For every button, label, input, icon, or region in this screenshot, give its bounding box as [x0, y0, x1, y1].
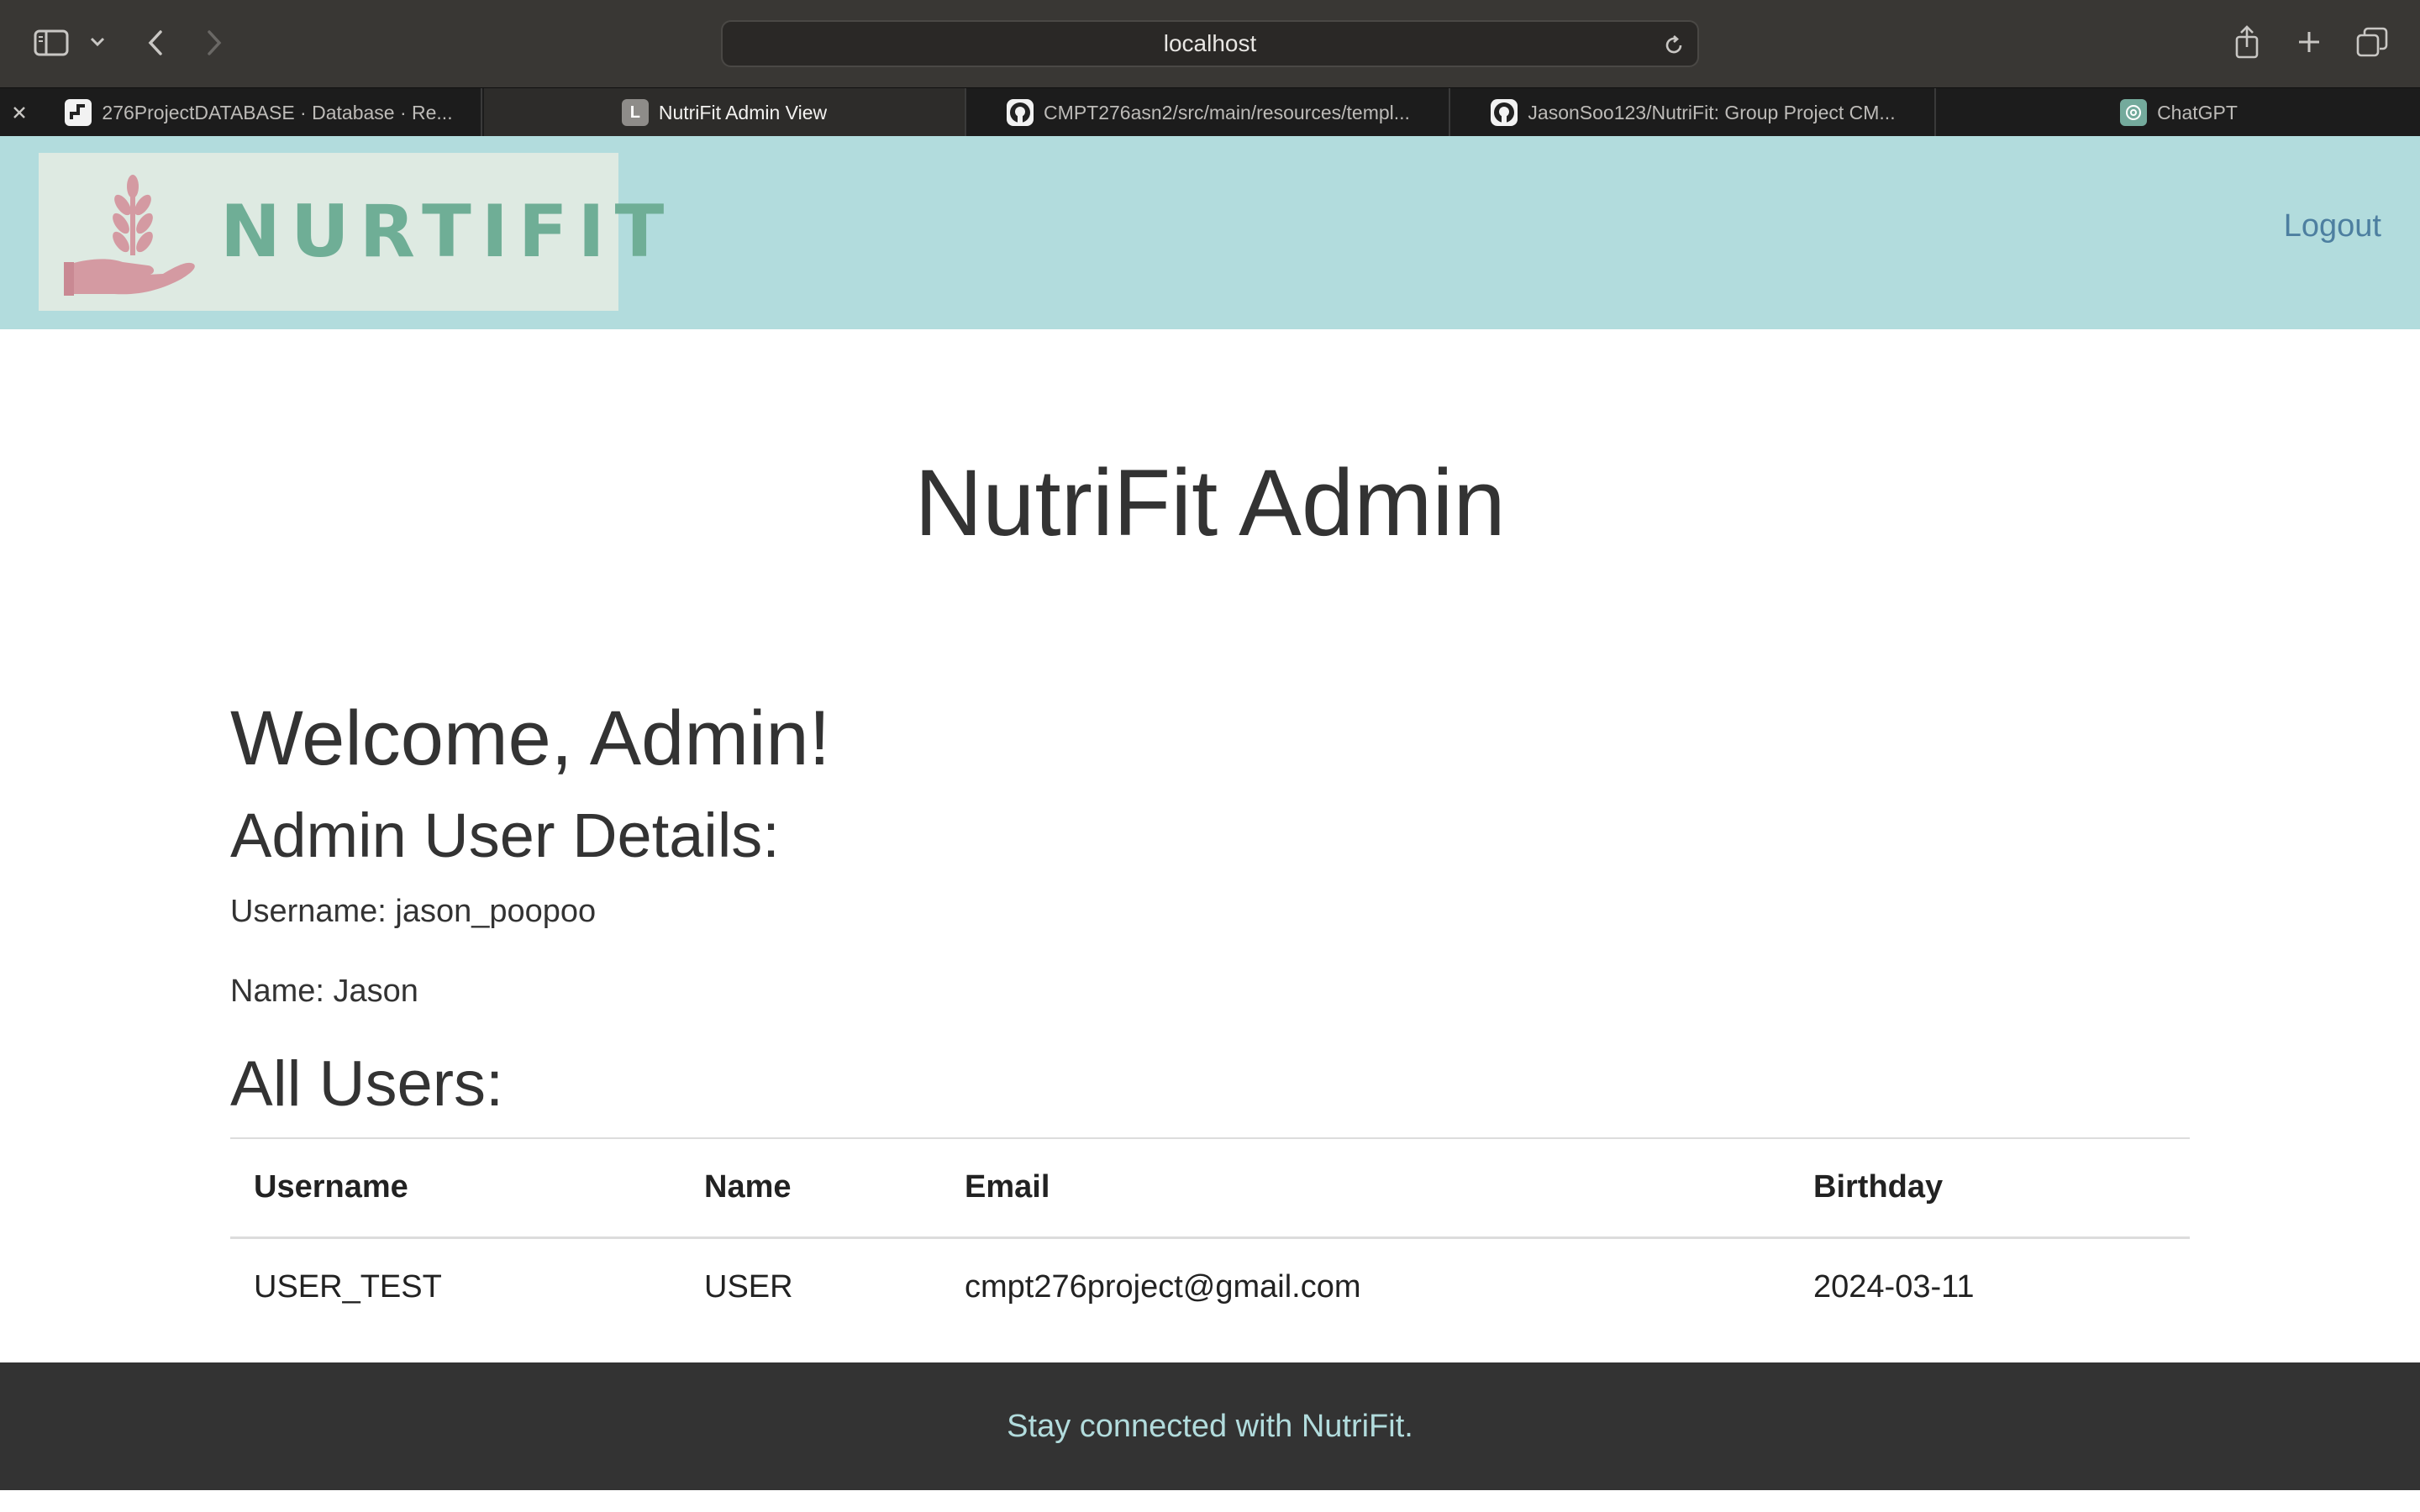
column-header-birthday: Birthday: [1790, 1137, 2190, 1239]
cell-username: USER_TEST: [254, 1269, 442, 1305]
hand-wheat-icon: [64, 175, 195, 296]
footer-text: Stay connected with NutriFit.: [1007, 1408, 1413, 1444]
tab-label: ChatGPT: [2157, 101, 2238, 123]
logout-link[interactable]: Logout: [2284, 208, 2381, 244]
page-bottom-strip: [0, 1490, 2420, 1512]
chevron-left-icon[interactable]: [143, 27, 168, 59]
database-icon: [65, 99, 92, 126]
chevron-right-icon[interactable]: [202, 27, 227, 59]
tab-github-nutrifit[interactable]: JasonSoo123/NutriFit: Group Project CM..…: [1452, 88, 1936, 137]
tab-chatgpt[interactable]: ChatGPT: [1938, 88, 2420, 137]
table-row: USER_TEST USER cmpt276project@gmail.com …: [230, 1237, 2190, 1336]
page-title: NutriFit Admin: [914, 450, 1506, 555]
cell-birthday: 2024-03-11: [1813, 1269, 1975, 1305]
tab-label: NutriFit Admin View: [658, 101, 828, 123]
plus-icon[interactable]: [2294, 27, 2324, 57]
tab-label: JasonSoo123/NutriFit: Group Project CM..…: [1528, 101, 1896, 123]
logo[interactable]: NURTIFIT: [39, 153, 664, 311]
cell-name: USER: [704, 1269, 793, 1305]
column-header-username: Username: [230, 1137, 681, 1239]
favicon-letter: L: [629, 102, 640, 122]
admin-username: Username: jason_poopoo: [230, 894, 597, 929]
admin-name: Name: Jason: [230, 974, 418, 1009]
tab-overview-icon[interactable]: [2354, 25, 2390, 59]
column-header-email: Email: [941, 1137, 1790, 1239]
url-text: localhost: [1163, 30, 1257, 56]
tab-strip: 276ProjectDATABASE · Database · Re... L …: [0, 87, 2420, 137]
welcome-heading: Welcome, Admin!: [230, 696, 831, 781]
github-icon: [1007, 99, 1034, 126]
chatgpt-icon: [2120, 99, 2148, 126]
close-icon[interactable]: [10, 103, 29, 122]
address-bar[interactable]: localhost: [721, 20, 1699, 67]
tab-label: 276ProjectDATABASE · Database · Re...: [102, 101, 453, 123]
table-header-row: Username Name Email Birthday: [230, 1137, 2190, 1239]
reload-icon[interactable]: [1662, 34, 1686, 57]
letter-l-icon: L: [621, 99, 649, 126]
tab-nutrifit-admin[interactable]: L NutriFit Admin View: [484, 88, 966, 137]
cell-email: cmpt276project@gmail.com: [965, 1269, 1361, 1305]
admin-details-heading: Admin User Details:: [230, 801, 780, 870]
site-footer: Stay connected with NutriFit.: [0, 1362, 2420, 1490]
share-icon[interactable]: [2232, 24, 2262, 60]
browser-toolbar: localhost: [0, 0, 2420, 87]
sidebar-icon[interactable]: [32, 27, 71, 59]
tab-database[interactable]: 276ProjectDATABASE · Database · Re...: [0, 88, 482, 137]
tab-github-cmpt276[interactable]: CMPT276asn2/src/main/resources/templ...: [968, 88, 1450, 137]
chevron-down-icon[interactable]: [87, 32, 108, 52]
github-icon: [1491, 99, 1518, 126]
web-page: NURTIFIT Logout NutriFit Admin Welcome, …: [0, 136, 2420, 1490]
logo-text: NURTIFIT: [220, 190, 675, 274]
column-header-name: Name: [681, 1137, 941, 1239]
tab-label: CMPT276asn2/src/main/resources/templ...: [1044, 101, 1410, 123]
users-table: Username Name Email Birthday USER_TEST U…: [230, 1137, 2190, 1336]
site-header: NURTIFIT Logout: [0, 136, 2420, 329]
all-users-heading: All Users:: [230, 1048, 504, 1120]
